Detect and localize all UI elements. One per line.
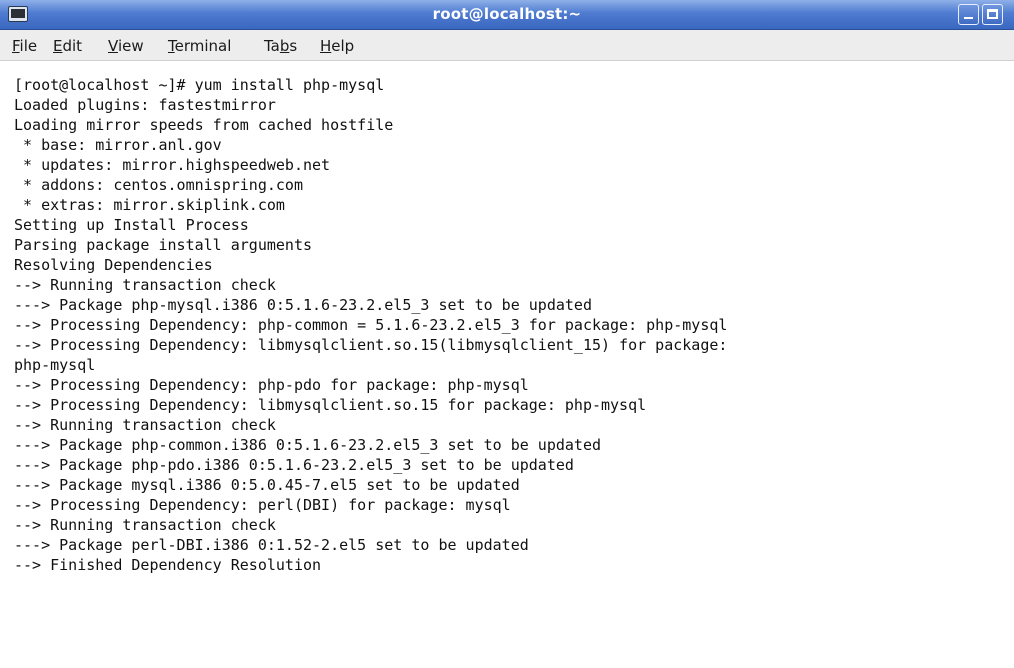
terminal-line: ---> Package php-mysql.i386 0:5.1.6-23.2… <box>14 296 592 314</box>
terminal-line: --> Processing Dependency: libmysqlclien… <box>14 336 728 354</box>
terminal-line: [root@localhost ~]# yum install php-mysq… <box>14 76 385 94</box>
menu-bar: File Edit View Terminal Tabs Help <box>0 30 1014 61</box>
terminal-line: --> Running transaction check <box>14 276 276 294</box>
terminal-line: ---> Package mysql.i386 0:5.0.45-7.el5 s… <box>14 476 520 494</box>
terminal-line: Loading mirror speeds from cached hostfi… <box>14 116 394 134</box>
menu-edit[interactable]: Edit <box>53 37 82 55</box>
terminal-line: php-mysql <box>14 356 96 374</box>
terminal-line: --> Processing Dependency: perl(DBI) for… <box>14 496 511 514</box>
terminal-line: Resolving Dependencies <box>14 256 213 274</box>
terminal-line: ---> Package php-common.i386 0:5.1.6-23.… <box>14 436 601 454</box>
terminal-line: --> Running transaction check <box>14 416 276 434</box>
terminal-line: ---> Package php-pdo.i386 0:5.1.6-23.2.e… <box>14 456 574 474</box>
maximize-icon <box>987 9 998 19</box>
terminal-output[interactable]: [root@localhost ~]# yum install php-mysq… <box>0 75 1014 668</box>
terminal-line: --> Running transaction check <box>14 516 276 534</box>
menu-file[interactable]: File <box>12 37 37 55</box>
terminal-line: Setting up Install Process <box>14 216 249 234</box>
menu-tabs[interactable]: Tabs <box>264 37 297 55</box>
terminal-line: Loaded plugins: fastestmirror <box>14 96 276 114</box>
maximize-button[interactable] <box>982 4 1003 25</box>
terminal-line: * addons: centos.omnispring.com <box>14 176 303 194</box>
terminal-line: --> Processing Dependency: libmysqlclien… <box>14 396 647 414</box>
title-bar[interactable]: root@localhost:~ <box>0 0 1014 30</box>
window-title: root@localhost:~ <box>432 5 582 23</box>
minimize-icon <box>964 17 973 19</box>
menu-terminal[interactable]: Terminal <box>168 37 231 55</box>
menu-view[interactable]: View <box>108 37 144 55</box>
menu-help[interactable]: Help <box>320 37 354 55</box>
terminal-line: --> Processing Dependency: php-common = … <box>14 316 728 334</box>
terminal-line: * updates: mirror.highspeedweb.net <box>14 156 331 174</box>
terminal-line: ---> Package perl-DBI.i386 0:1.52-2.el5 … <box>14 536 529 554</box>
terminal-line: --> Processing Dependency: php-pdo for p… <box>14 376 529 394</box>
terminal-line: Parsing package install arguments <box>14 236 313 254</box>
terminal-line: * base: mirror.anl.gov <box>14 136 222 154</box>
minimize-button[interactable] <box>958 4 979 25</box>
terminal-window: root@localhost:~ File Edit View Terminal… <box>0 0 1014 668</box>
terminal-line: --> Finished Dependency Resolution <box>14 556 322 574</box>
terminal-line: * extras: mirror.skiplink.com <box>14 196 285 214</box>
